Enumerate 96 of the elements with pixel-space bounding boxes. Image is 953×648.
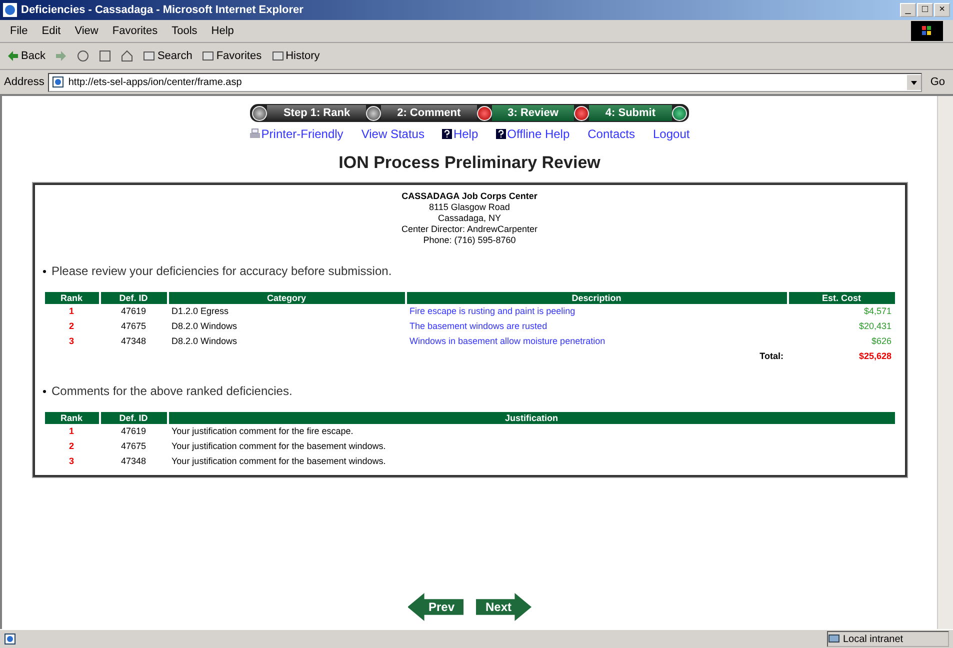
total-cost: $25,628 [858, 350, 892, 363]
step-dot-icon [476, 106, 492, 120]
browser-icon [3, 3, 17, 17]
center-info: Phone: (716) 595-8760 [423, 235, 516, 246]
center-info: 8115 Glasgow Road [429, 202, 510, 213]
center-info: Center Director: AndrewCarpenter [401, 224, 538, 235]
window-control[interactable]: × [934, 3, 950, 17]
rank-cell-text: 1 [68, 305, 75, 318]
window-control[interactable]: □ [917, 3, 933, 17]
cost-cell-text: $20,431 [858, 320, 892, 333]
rank-cell-text: 1 [68, 425, 75, 438]
window-control[interactable]: _ [900, 3, 916, 17]
toolbar-icon [202, 50, 214, 62]
bullet-icon [42, 390, 46, 392]
menu-item[interactable]: Edit [42, 25, 61, 37]
nav-link[interactable]: Help [442, 127, 478, 141]
step-dot-icon [366, 106, 382, 120]
instruction-text: Please review your deficiencies for accuracy before submission. [52, 264, 392, 278]
id-cell-text: 47675 [120, 440, 148, 453]
menu-item[interactable]: File [10, 25, 28, 37]
menu-item[interactable]: Help [211, 25, 234, 37]
nav-link[interactable]: Printer-Friendly [249, 127, 344, 141]
instruction-text: Comments for the above ranked deficiencies. [52, 384, 292, 398]
menu-item[interactable]: View [74, 25, 98, 37]
center-name: CASSADAGA Job Corps Center [402, 191, 538, 202]
rank-cell-text: 3 [68, 335, 75, 348]
id-cell-text: 47348 [120, 455, 148, 468]
description-link[interactable]: Fire escape is rusting and paint is peeling [410, 306, 576, 316]
category-cell-text: D8.2.0 Windows [170, 335, 238, 348]
toolbar-button[interactable]: Search [140, 49, 196, 63]
nav-link[interactable]: Logout [653, 127, 690, 141]
id-cell-text: 47619 [120, 425, 148, 438]
toolbar-button[interactable]: Back [4, 49, 48, 63]
page-icon [52, 76, 64, 88]
cost-cell-text: $626 [870, 335, 892, 348]
toolbar-button[interactable]: History [268, 49, 323, 63]
windows-logo-icon [911, 21, 943, 41]
step-dot-icon [252, 106, 268, 120]
rank-cell-text: 3 [68, 455, 75, 468]
id-cell-text: 47348 [120, 335, 148, 348]
house-icon [121, 50, 134, 62]
column-header: Description [406, 292, 786, 304]
arrow-icon [55, 50, 68, 62]
justification-cell-text: Your justification comment for the basement windows. [170, 440, 387, 453]
address-label: Address [4, 76, 44, 88]
bullet-icon [42, 270, 46, 272]
page-heading: ION Process Preliminary Review [338, 153, 600, 173]
step-tab[interactable]: 3: Review [492, 105, 574, 121]
dropdown-icon [907, 74, 922, 90]
arrow-icon [7, 50, 19, 62]
category-cell-text: D1.2.0 Egress [170, 305, 230, 318]
center-info: Cassadaga, NY [438, 213, 502, 224]
column-header: Rank [44, 412, 98, 424]
toolbar-button[interactable]: Favorites [199, 49, 265, 63]
id-cell-text: 47675 [120, 320, 148, 333]
category-cell-text: D8.2.0 Windows [170, 320, 238, 333]
description-link[interactable]: The basement windows are rusted [410, 321, 548, 331]
printer-icon [249, 128, 262, 140]
cost-cell-text: $4,571 [862, 305, 892, 318]
step-tab[interactable]: 4: Submit [589, 105, 672, 121]
id-cell-text: 47619 [120, 305, 148, 318]
help-icon [496, 129, 506, 139]
nav-link[interactable]: View Status [361, 127, 424, 141]
help-icon [442, 129, 452, 139]
next-button[interactable]: Next [476, 593, 532, 621]
prev-button[interactable]: Prev [408, 593, 464, 621]
menu-item[interactable]: Favorites [112, 25, 158, 37]
step-dot-icon [574, 106, 590, 120]
address-field[interactable]: http://ets-sel-apps/ion/center/frame.asp [48, 72, 922, 92]
column-header: Category [168, 292, 404, 304]
rank-cell-text: 2 [68, 440, 75, 453]
page-icon [99, 50, 112, 62]
description-link[interactable]: Windows in basement allow moisture penetration [410, 336, 606, 346]
window-title: Deficiencies - Cassadaga - Microsoft Internet Explorer [21, 4, 304, 16]
nav-link[interactable]: Contacts [588, 127, 635, 141]
menu-item[interactable]: Tools [172, 25, 198, 37]
column-header: Rank [44, 292, 98, 304]
step-dot-icon [672, 106, 687, 120]
column-header: Def. ID [100, 412, 166, 424]
circle-icon [77, 50, 90, 62]
go-button[interactable]: Go [926, 76, 949, 88]
column-header: Est. Cost [788, 292, 894, 304]
column-header: Def. ID [100, 292, 166, 304]
column-header: Justification [168, 412, 894, 424]
toolbar-icon [272, 50, 284, 62]
nav-link[interactable]: Offline Help [496, 127, 570, 141]
rank-cell-text: 2 [68, 320, 75, 333]
total-label: Total: [758, 350, 784, 363]
page-icon [4, 633, 16, 645]
justification-cell-text: Your justification comment for the basement windows. [170, 455, 387, 468]
security-zone: Local intranet [827, 631, 949, 647]
step-tab[interactable]: 2: Comment [381, 105, 477, 121]
toolbar-icon [143, 50, 156, 62]
justification-cell-text: Your justification comment for the fire escape. [170, 425, 354, 438]
network-icon [828, 633, 840, 645]
step-tab[interactable]: Step 1: Rank [267, 105, 366, 121]
